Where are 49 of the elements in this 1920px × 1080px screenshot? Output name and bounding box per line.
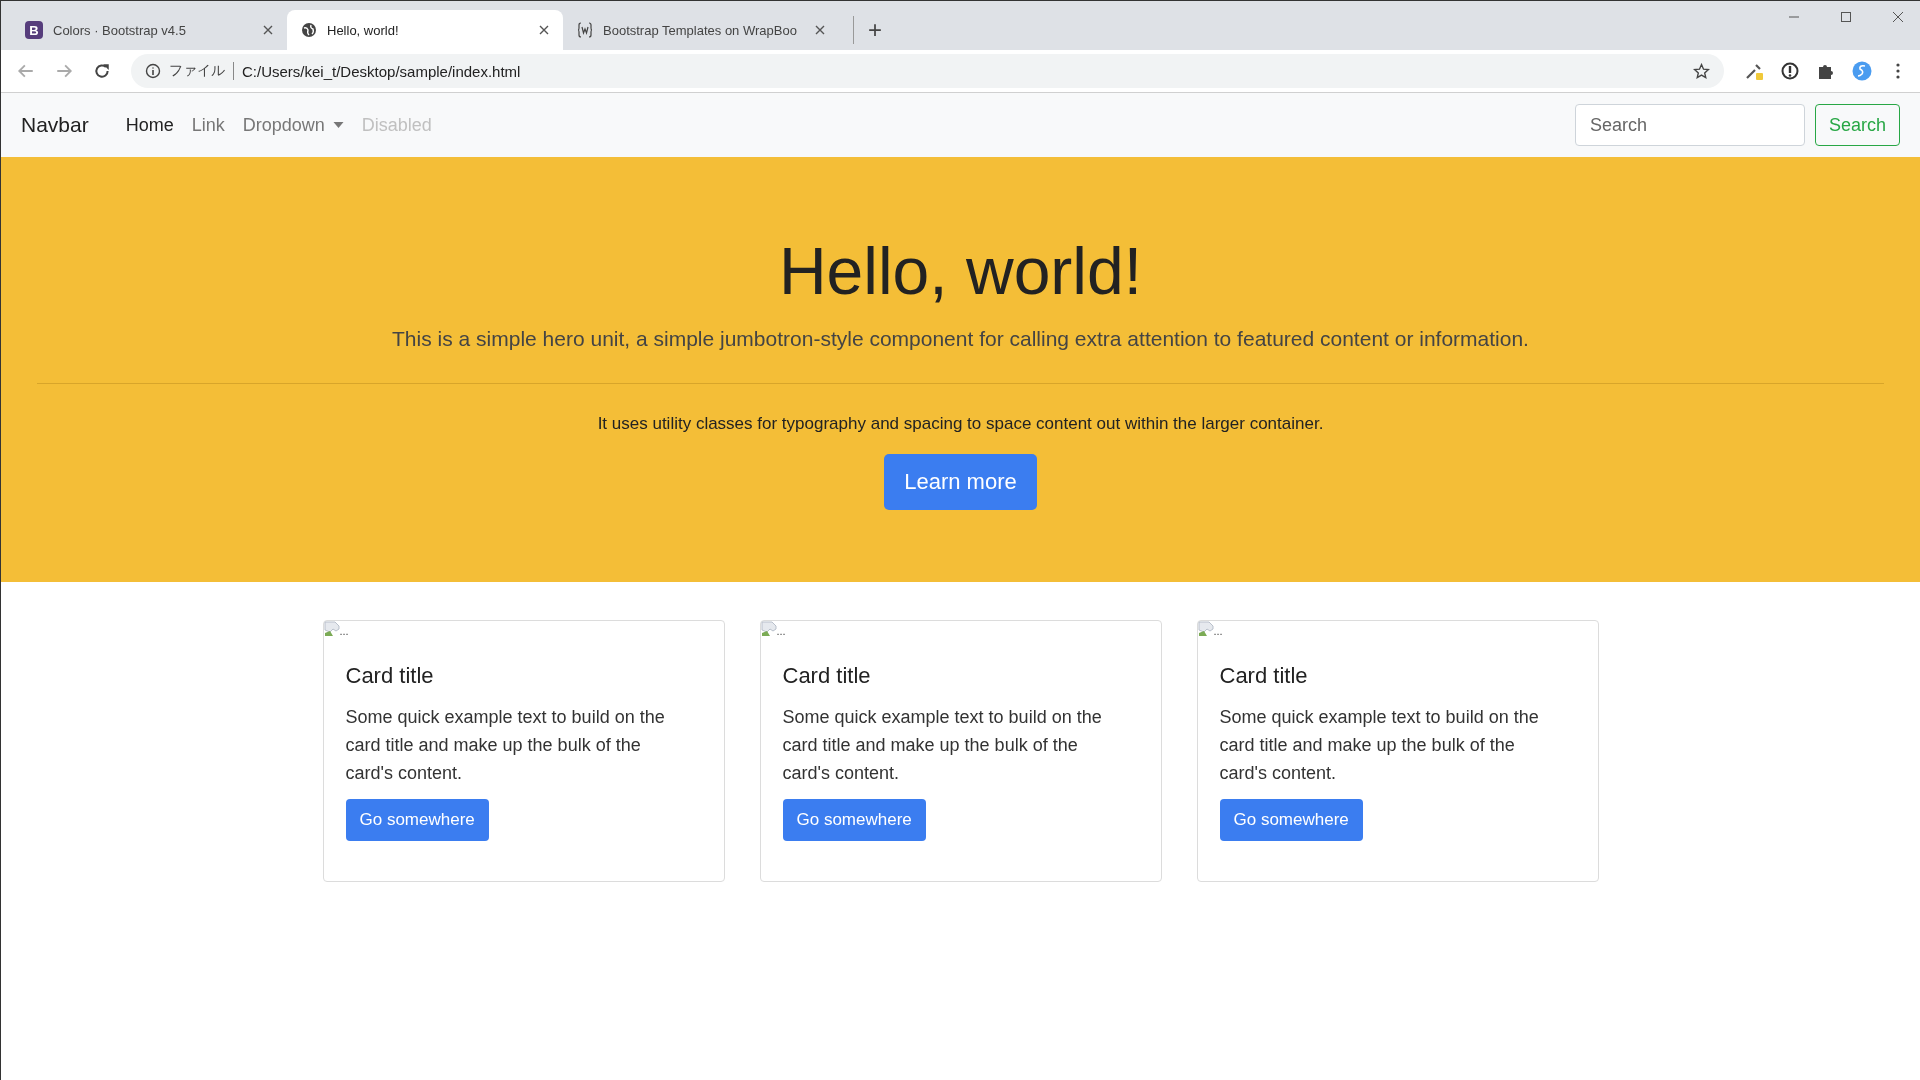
- card-text: Some quick example text to build on the card title and make up the bulk of the card's content.: [345, 706, 666, 785]
- image-alt-text: ...: [776, 625, 786, 637]
- close-icon[interactable]: [263, 25, 273, 35]
- password-icon[interactable]: [1780, 61, 1800, 81]
- go-somewhere-button[interactable]: Go somewhere: [782, 799, 926, 841]
- star-icon[interactable]: [1693, 62, 1710, 80]
- new-tab-button[interactable]: +: [853, 16, 888, 44]
- card-text: Some quick example text to build on the card title and make up the bulk of the card's content.: [1219, 706, 1540, 785]
- favicon-icon: B: [25, 21, 43, 39]
- search-field[interactable]: Search: [1574, 104, 1805, 146]
- card-title: Card title: [782, 663, 872, 689]
- browser-tab[interactable]: B Colors · Bootstrap v4.5: [11, 10, 287, 50]
- info-icon: [145, 63, 161, 79]
- browser-tab[interactable]: Hello, world!: [287, 10, 563, 50]
- search-button[interactable]: Search: [1814, 104, 1900, 146]
- hero-lead: This is a simple hero unit, a simple jumbotron-style component for calling extra attention to featured content or information.: [392, 327, 1529, 351]
- learn-more-button[interactable]: Learn more: [884, 454, 1037, 510]
- broken-image-icon: [323, 621, 340, 637]
- go-somewhere-button[interactable]: Go somewhere: [1219, 799, 1363, 841]
- tab-title: Bootstrap Templates on WrapBoo: [603, 22, 798, 38]
- hero-title: Hello, world!: [778, 233, 1143, 309]
- nav-link[interactable]: Dropdown: [233, 114, 353, 136]
- hero-text: It uses utility classes for typography and spacing to space content out within the larger container.: [597, 414, 1324, 434]
- image-alt-text: ...: [339, 625, 349, 637]
- close-icon[interactable]: [539, 25, 549, 35]
- eyedropper-icon[interactable]: [1744, 61, 1764, 81]
- url-text: C:/Users/kei_t/Desktop/sample/index.html: [242, 62, 522, 80]
- broken-image-icon: [760, 621, 777, 637]
- card-title: Card title: [345, 663, 435, 689]
- maximize-icon[interactable]: [1840, 11, 1852, 23]
- globe-icon: [301, 22, 317, 38]
- nav-link[interactable]: Link: [182, 114, 234, 136]
- close-icon[interactable]: [815, 25, 825, 35]
- braces-icon: [577, 22, 593, 38]
- address-field[interactable]: ファイル C:/Users/kei_t/Desktop/sample/index.html: [131, 54, 1724, 88]
- card-title: Card title: [1219, 663, 1309, 689]
- navbar-brand[interactable]: Navbar: [21, 113, 89, 137]
- browser-tab[interactable]: Bootstrap Templates on WrapBoo: [563, 10, 839, 50]
- go-somewhere-button[interactable]: Go somewhere: [345, 799, 489, 841]
- broken-image-icon: [1197, 621, 1214, 637]
- tab-title: Hello, world!: [327, 22, 400, 38]
- nav-link[interactable]: Home: [116, 114, 183, 136]
- tab-title: Colors · Bootstrap v4.5: [53, 22, 187, 38]
- image-alt-text: ...: [1213, 625, 1223, 637]
- reload-icon[interactable]: [93, 62, 111, 80]
- profile-avatar-icon[interactable]: [1852, 61, 1872, 81]
- card-text: Some quick example text to build on the card title and make up the bulk of the card's content.: [782, 706, 1103, 785]
- scheme-label: ファイル: [169, 62, 234, 80]
- close-icon[interactable]: [1892, 11, 1904, 23]
